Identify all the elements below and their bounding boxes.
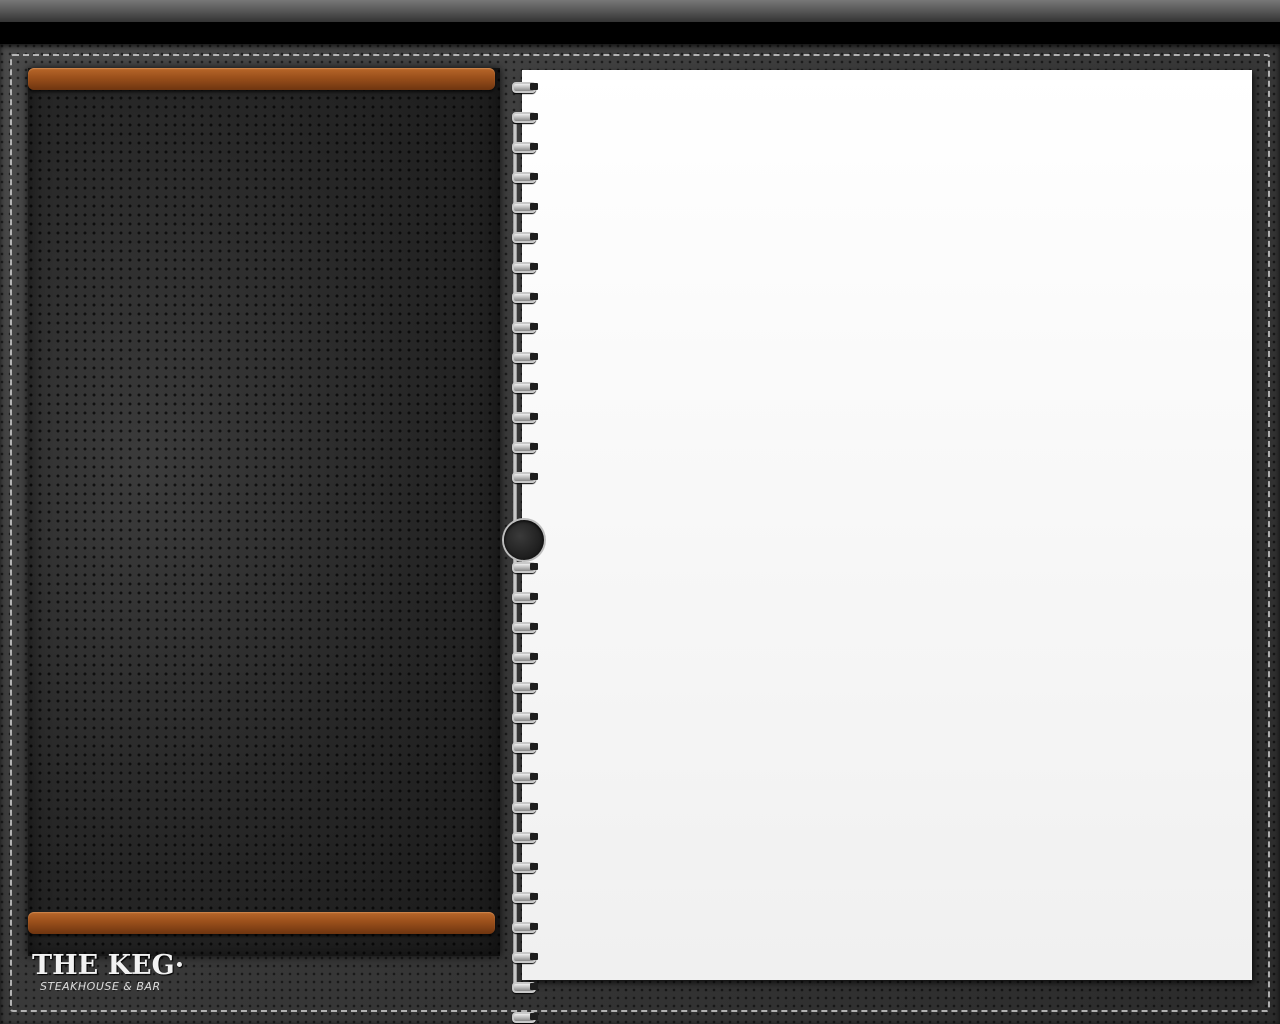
spiral-ring-icon bbox=[512, 680, 538, 693]
spiral-ring-icon bbox=[512, 110, 538, 123]
spiral-ring-icon bbox=[512, 830, 538, 843]
logo-title-text: THE KEG bbox=[32, 950, 175, 981]
top-gap bbox=[0, 22, 1280, 44]
spiral-ring-icon bbox=[512, 470, 538, 483]
spiral-ring-icon bbox=[512, 920, 538, 933]
spiral-ring-icon bbox=[512, 890, 538, 903]
menu-cover: THE KEG· STEAKHOUSE & BAR bbox=[0, 44, 1280, 1024]
leather-strap-top bbox=[28, 68, 495, 90]
spiral-ring-icon bbox=[512, 260, 538, 273]
spiral-ring-icon bbox=[512, 560, 538, 573]
spiral-ring-icon bbox=[512, 620, 538, 633]
spiral-ring-icon bbox=[512, 650, 538, 663]
logo-mark: · bbox=[174, 950, 185, 981]
hook-hole-icon bbox=[504, 520, 544, 560]
spiral-ring-icon bbox=[512, 380, 538, 393]
spiral-ring-icon bbox=[512, 860, 538, 873]
logo-subtitle: STEAKHOUSE & BAR bbox=[40, 980, 161, 993]
spiral-ring-icon bbox=[512, 350, 538, 363]
spiral-ring-icon bbox=[512, 770, 538, 783]
left-panel bbox=[28, 68, 500, 956]
notebook-page bbox=[522, 70, 1252, 980]
spiral-ring-icon bbox=[512, 140, 538, 153]
spiral-ring-icon bbox=[512, 440, 538, 453]
spiral-ring-icon bbox=[512, 410, 538, 423]
spiral-ring-icon bbox=[512, 740, 538, 753]
logo-title: THE KEG· bbox=[32, 950, 184, 981]
spiral-ring-icon bbox=[512, 230, 538, 243]
spiral-ring-icon bbox=[512, 980, 538, 993]
brand-logo: THE KEG· STEAKHOUSE & BAR bbox=[30, 950, 210, 1000]
spiral-ring-icon bbox=[512, 170, 538, 183]
spiral-ring-icon bbox=[512, 710, 538, 723]
spiral-ring-icon bbox=[512, 1010, 538, 1023]
spiral-ring-icon bbox=[512, 590, 538, 603]
spiral-ring-icon bbox=[512, 950, 538, 963]
spiral-ring-icon bbox=[512, 80, 538, 93]
spiral-ring-icon bbox=[512, 200, 538, 213]
spiral-ring-icon bbox=[512, 290, 538, 303]
spiral-ring-icon bbox=[512, 800, 538, 813]
leather-strap-bottom bbox=[28, 912, 495, 934]
spiral-ring-icon bbox=[512, 320, 538, 333]
top-bar bbox=[0, 0, 1280, 22]
